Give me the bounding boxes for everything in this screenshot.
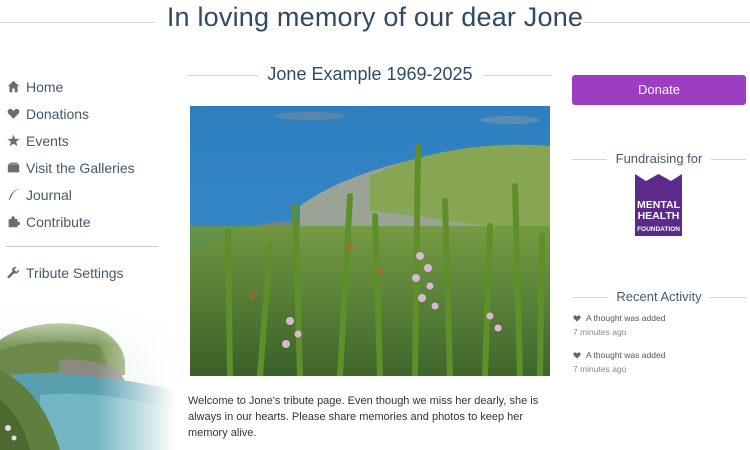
nav-label-donations: Donations [26,105,90,122]
nav-item-tribute-settings[interactable]: Tribute Settings [6,259,158,286]
activity-text: A thought was added [586,313,666,323]
gallery-icon [6,161,20,175]
activity-time: 7 minutes ago [573,327,627,337]
activity-time: 7 minutes ago [573,364,627,374]
page-title: In loving memory of our dear Jone [166,2,584,32]
donate-button[interactable]: Donate [572,75,746,105]
nav-label-events: Events [26,132,69,149]
heart-icon [6,107,20,121]
quill-icon [6,188,20,202]
activity-item[interactable]: A thought was added 7 minutes ago [573,350,748,374]
thought-icon [573,315,581,322]
home-icon [6,80,20,94]
charity-logo[interactable]: MENTAL HEALTH FOUNDATION [635,174,682,236]
nav-label-contribute: Contribute [26,213,91,230]
nav-divider [6,246,158,247]
activity-item[interactable]: A thought was added 7 minutes ago [573,313,748,337]
nav-item-events[interactable]: Events [6,127,158,154]
tribute-photo [190,106,550,376]
thought-icon [573,352,581,359]
header-line-right [585,22,750,23]
activity-line-right [709,297,746,298]
sidebar-landscape-image [0,300,175,450]
sidebar-nav: Home Donations Events Visit the Gallerie… [6,73,158,286]
nav-label-home: Home [26,78,64,95]
nav-item-galleries[interactable]: Visit the Galleries [6,154,158,181]
nav-item-journal[interactable]: Journal [6,181,158,208]
welcome-message: Welcome to Jone's tribute page. Even tho… [188,395,539,439]
nav-label-tribute-settings: Tribute Settings [26,264,124,281]
nav-item-home[interactable]: Home [6,73,158,100]
charity-logo-line-3: FOUNDATION [637,226,680,233]
star-icon [6,134,20,148]
nav-label-galleries: Visit the Galleries [26,159,135,176]
wrench-icon [6,266,20,280]
activity-text: A thought was added [586,350,666,360]
subtitle-line-right [484,75,552,76]
nav-label-journal: Journal [26,186,72,203]
charity-logo-line-2: HEALTH [638,210,680,222]
fundraising-line-right [711,159,746,160]
nav-item-donations[interactable]: Donations [6,100,158,127]
puzzle-icon [6,215,20,229]
nav-item-contribute[interactable]: Contribute [6,208,158,235]
